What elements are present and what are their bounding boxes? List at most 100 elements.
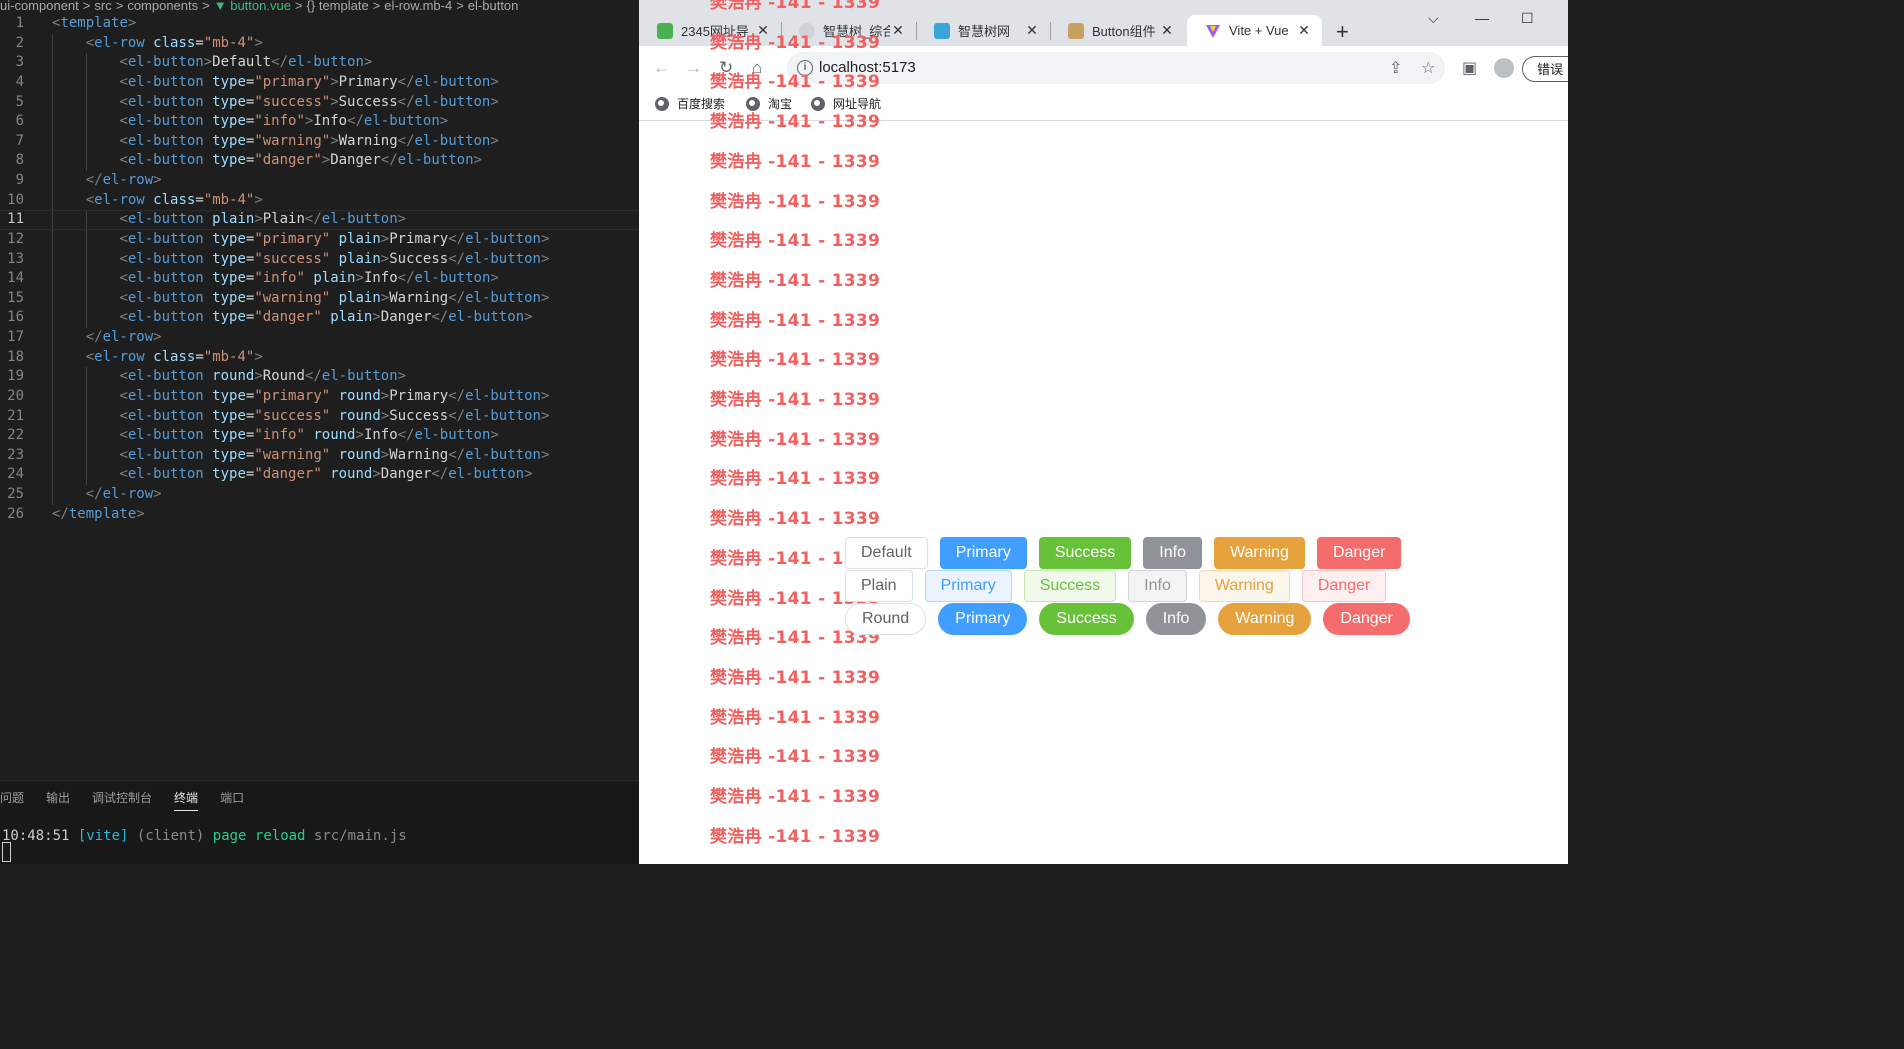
chevron-down-icon[interactable]: ⌵ — [1428, 10, 1439, 27]
breadcrumb-item[interactable]: src — [94, 0, 111, 13]
code-token: > — [254, 348, 263, 365]
panel-tab[interactable]: 输出 — [46, 789, 70, 810]
close-icon[interactable]: ✕ — [890, 22, 906, 39]
code-line[interactable]: 19 <el-button round>Round</el-button> — [0, 367, 639, 387]
breadcrumb-item[interactable]: el-button — [468, 0, 519, 13]
minimize-button[interactable]: — — [1475, 10, 1489, 26]
success-button[interactable]: Success — [1023, 570, 1117, 602]
breadcrumb-item[interactable]: ▼ button.vue — [214, 0, 291, 13]
code-line[interactable]: 14 <el-button type="info" plain>Info</el… — [0, 269, 639, 289]
code-line[interactable]: 26 </template> — [0, 505, 639, 525]
code-line[interactable]: 7 <el-button type="warning">Warning</el-… — [0, 131, 639, 152]
breadcrumb-item[interactable]: el-row.mb-4 — [384, 0, 452, 13]
address-bar[interactable]: i localhost:5173 ⇪ ☆ — [787, 52, 1445, 84]
indent-guide — [85, 211, 87, 229]
share-icon[interactable]: ⇪ — [1389, 58, 1402, 78]
back-arrow-icon[interactable]: ← — [653, 58, 670, 78]
tab-zhihuishu[interactable]: 智慧树网 ✕ — [916, 15, 1050, 46]
warning-button[interactable]: Warning — [1198, 570, 1290, 602]
code-line[interactable]: 4 <el-button type="primary">Primary</el-… — [0, 72, 639, 93]
primary-button[interactable]: Primary — [939, 537, 1027, 569]
code-token: </ — [397, 132, 415, 149]
line-number: 25 — [7, 486, 24, 502]
code-token: > — [490, 132, 499, 149]
danger-button[interactable]: Danger — [1316, 537, 1402, 569]
code-token: < — [119, 230, 128, 247]
code-line[interactable]: 21 <el-button type="success" round>Succe… — [0, 406, 639, 427]
code-line[interactable]: 9 </el-row> — [0, 171, 639, 191]
code-line[interactable]: 10 <el-row class="mb-4"> — [0, 190, 639, 211]
code-line[interactable]: 6 <el-button type="info">Info</el-button… — [0, 112, 639, 132]
code-line[interactable]: 23 <el-button type="warning" round>Warni… — [0, 445, 639, 466]
close-icon[interactable]: ✕ — [1024, 22, 1040, 39]
code-line[interactable]: 1 <template> — [0, 14, 639, 34]
info-button[interactable]: Info — [1128, 570, 1187, 602]
breadcrumb[interactable]: ui-component > src > components > ▼ button.vue… — [0, 0, 639, 13]
code-token: > — [380, 446, 390, 463]
code-editor[interactable]: ui-component > src > components > ▼ button.vue… — [0, 0, 639, 864]
code-line[interactable]: 16 <el-button type="danger" plain>Danger… — [0, 308, 639, 328]
code-line[interactable]: 8 <el-button type="danger">Danger</el-bu… — [0, 151, 639, 171]
watermark-text: 樊浩冉 -141 - 1339 — [710, 390, 881, 410]
breadcrumb-item[interactable]: {} template — [307, 0, 369, 13]
plain-button[interactable]: Plain — [845, 570, 913, 602]
tab-button-component[interactable]: Button组件 ✕ — [1050, 15, 1185, 46]
code-line[interactable]: 25 </el-row> — [0, 485, 639, 505]
code-line[interactable]: 24 <el-button type="danger" round>Danger… — [0, 465, 639, 485]
error-button[interactable]: 错误 — [1522, 56, 1568, 82]
panel-tab[interactable]: 调试控制台 — [92, 789, 152, 810]
code-line[interactable]: 11 <el-button plain>Plain</el-button> — [0, 210, 639, 230]
close-icon[interactable]: ✕ — [1159, 22, 1175, 39]
sidebar-icon[interactable]: ▣ — [1462, 58, 1477, 78]
tab-vite-vue[interactable]: Vite + Vue ✕ — [1187, 15, 1322, 46]
code-line[interactable]: 13 <el-button type="success" plain>Succe… — [0, 249, 639, 270]
close-icon[interactable]: ✕ — [1296, 22, 1312, 39]
code-line[interactable]: 20 <el-button type="primary" round>Prima… — [0, 386, 639, 407]
round-button[interactable]: Round — [845, 603, 927, 635]
warning-button[interactable]: Warning — [1218, 603, 1312, 635]
success-button[interactable]: Success — [1038, 537, 1132, 569]
success-button[interactable]: Success — [1039, 603, 1134, 635]
info-button[interactable]: Info — [1145, 603, 1207, 635]
maximize-button[interactable]: ☐ — [1521, 10, 1534, 27]
code-line[interactable]: 22 <el-button type="info" round>Info</el… — [0, 426, 639, 446]
panel-tab[interactable]: 端口 — [220, 789, 244, 810]
code-token: </ — [85, 172, 103, 188]
code-token: < — [119, 427, 128, 444]
danger-button[interactable]: Danger — [1301, 570, 1387, 602]
code-token: > — [540, 446, 550, 463]
code-line[interactable]: 17 </el-row> — [0, 328, 639, 348]
code-line[interactable]: 3 <el-button>Default</el-button> — [0, 53, 639, 73]
code-token: el-button — [127, 211, 204, 228]
code-token: el-button — [465, 446, 541, 463]
code-line[interactable]: 15 <el-button type="warning" plain>Warni… — [0, 288, 639, 309]
code-token: > — [473, 152, 482, 169]
indent-guide — [52, 33, 53, 54]
new-tab-button[interactable]: + — [1336, 19, 1349, 45]
warning-button[interactable]: Warning — [1213, 537, 1305, 569]
primary-button[interactable]: Primary — [924, 570, 1012, 602]
code-line[interactable]: 2 <el-row class="mb-4"> — [0, 33, 639, 54]
code-area[interactable]: 1 <template> 2 <el-row class="mb-4"> 3 <el-… — [0, 14, 639, 524]
code-token: el-button — [127, 466, 204, 483]
forward-arrow-icon[interactable]: → — [685, 58, 702, 78]
line-number: 5 — [15, 93, 24, 110]
danger-button[interactable]: Danger — [1323, 603, 1410, 635]
breadcrumb-item[interactable]: components — [127, 0, 198, 13]
default-button[interactable]: Default — [845, 537, 928, 569]
code-line[interactable]: 5 <el-button type="success">Success</el-… — [0, 92, 639, 113]
terminal-output[interactable]: 10:48:51 [vite] (client) page reload src… — [2, 828, 407, 844]
code-line[interactable]: 12 <el-button type="primary" plain>Prima… — [0, 229, 639, 250]
info-button[interactable]: Info — [1143, 537, 1202, 569]
code-line[interactable]: 18 <el-row class="mb-4"> — [0, 347, 639, 368]
primary-button[interactable]: Primary — [938, 603, 1028, 635]
profile-avatar[interactable] — [1494, 58, 1514, 78]
breadcrumb-item[interactable]: ui-component — [0, 0, 79, 13]
panel-tab[interactable]: 终端 — [174, 789, 199, 811]
indent-guide — [85, 229, 87, 250]
star-icon[interactable]: ☆ — [1421, 58, 1435, 78]
tab-title: Vite + Vue — [1229, 23, 1289, 38]
panel-tab[interactable]: 问题 — [0, 789, 24, 810]
